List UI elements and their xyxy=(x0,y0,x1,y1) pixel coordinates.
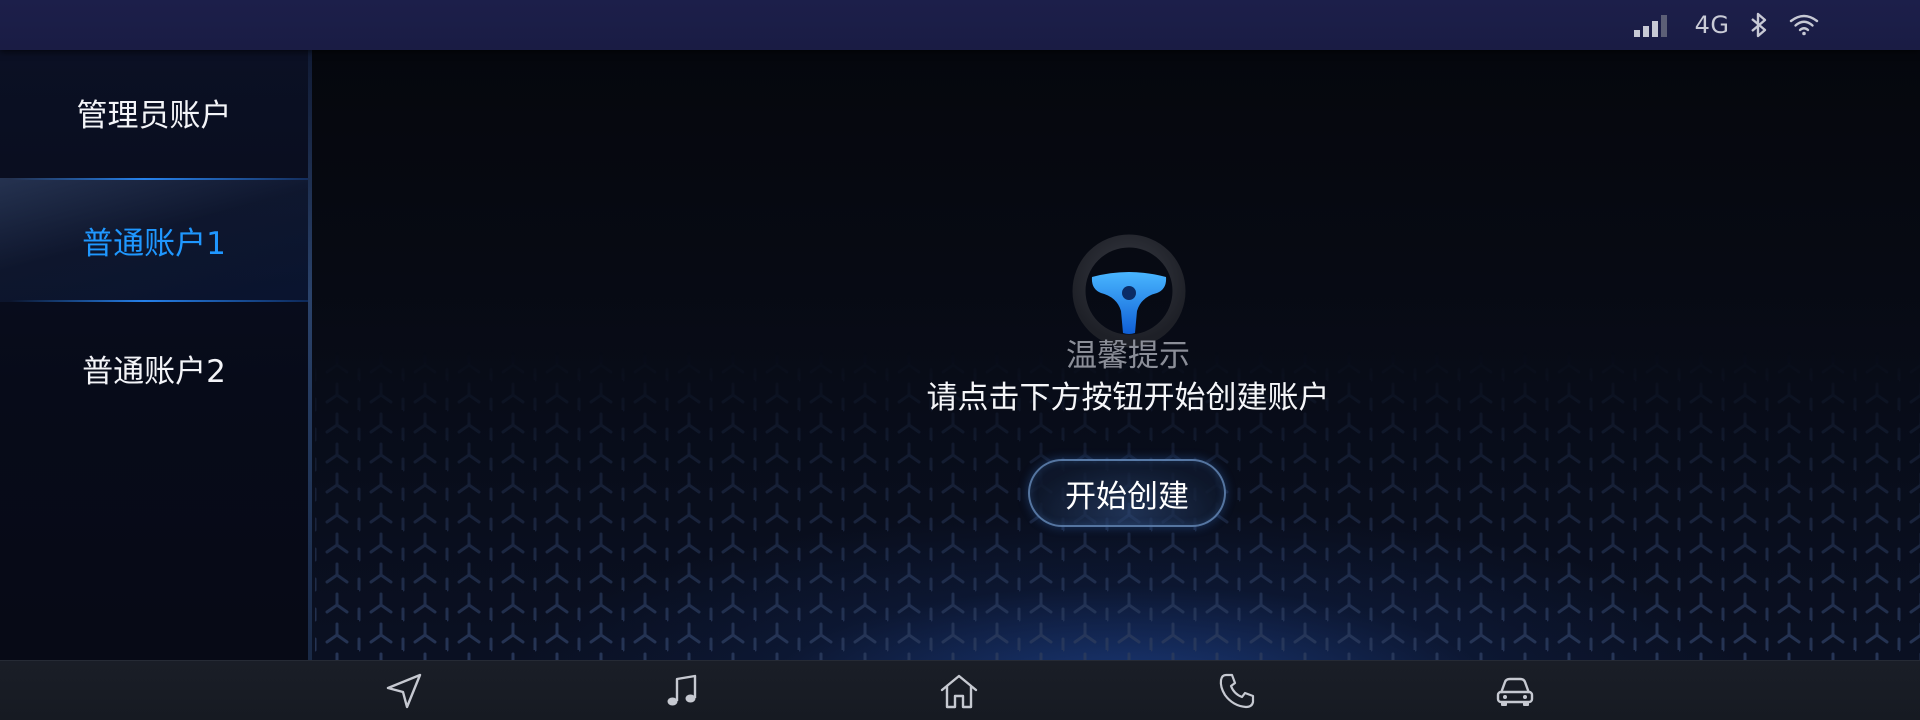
car-icon xyxy=(1496,677,1534,706)
signal-icon xyxy=(1628,0,1676,50)
music-icon xyxy=(667,674,697,706)
bottom-nav-bar xyxy=(0,660,1920,720)
car-button[interactable] xyxy=(1480,661,1550,720)
navigation-icon xyxy=(386,673,422,709)
account-sidebar: 管理员账户 普通账户1 普通账户2 xyxy=(0,50,312,660)
phone-button[interactable] xyxy=(1202,661,1272,720)
home-icon xyxy=(940,674,978,709)
sidebar-divider xyxy=(308,50,312,660)
start-create-button[interactable]: 开始创建 xyxy=(1028,459,1226,527)
home-button[interactable] xyxy=(924,661,994,720)
status-bar: 4G xyxy=(0,0,1920,50)
sidebar-item-user-account-2[interactable]: 普通账户2 xyxy=(0,306,308,430)
screen: 4G 温馨提示 请点击下方按钮开始创建账户 开始创建 管理员账户 普通账户1 普… xyxy=(0,0,1920,720)
network-type-label: 4G xyxy=(1694,11,1730,39)
sidebar-item-user-account-1[interactable]: 普通账户1 xyxy=(0,178,308,302)
steering-wheel-icon xyxy=(1071,233,1187,349)
wifi-icon xyxy=(1784,0,1824,50)
music-button[interactable] xyxy=(647,661,717,720)
navigation-button[interactable] xyxy=(369,661,439,720)
sidebar-item-admin-account[interactable]: 管理员账户 xyxy=(0,50,308,174)
phone-icon xyxy=(1219,673,1255,709)
bluetooth-icon xyxy=(1744,0,1774,50)
